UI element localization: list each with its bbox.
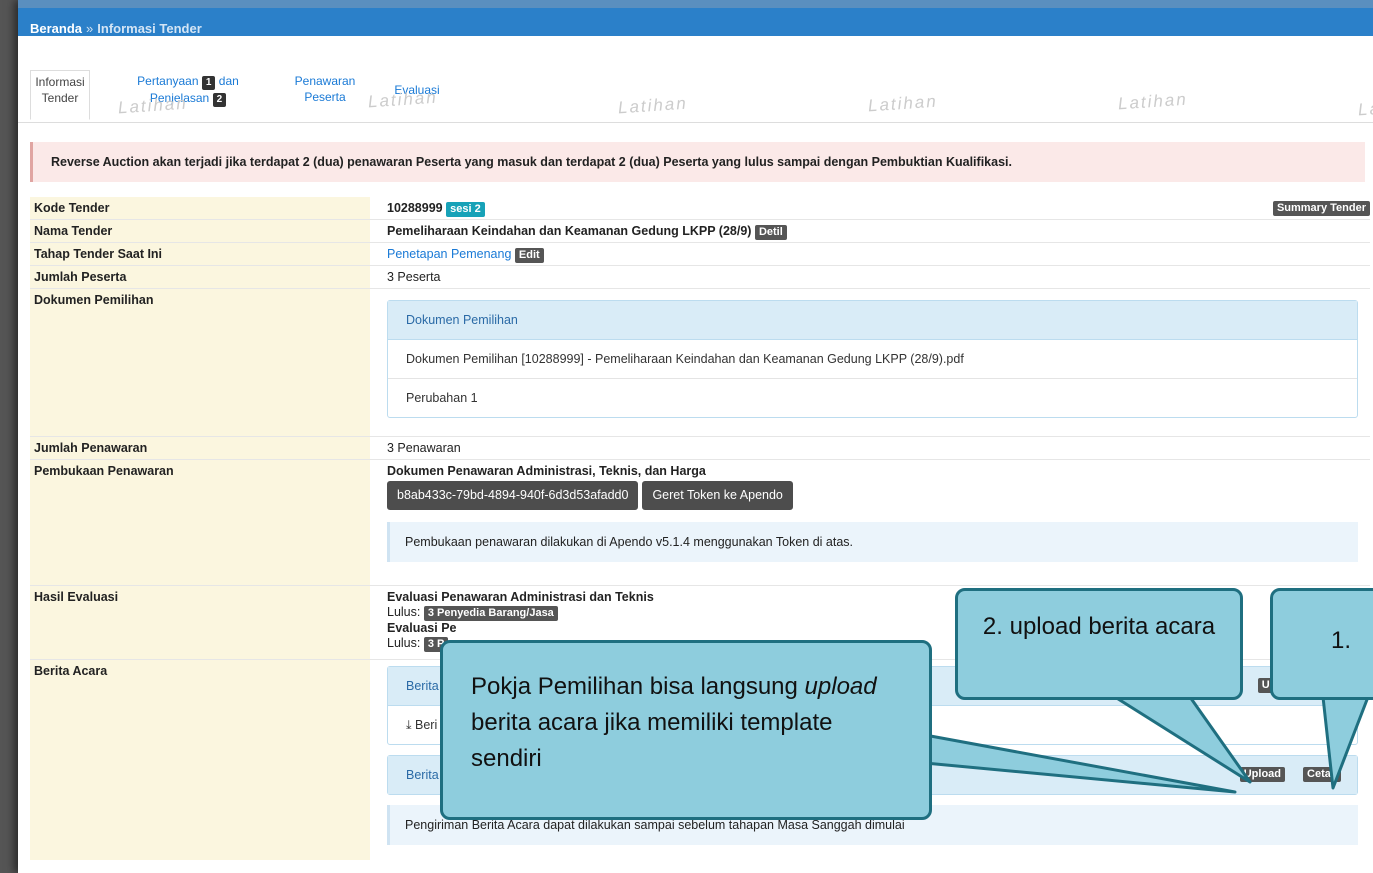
row-label: Hasil Evaluasi (30, 586, 370, 659)
callout-emphasis: upload (804, 673, 877, 700)
selection-docs-panel: Dokumen Pemilihan Dokumen Pemilihan [102… (387, 300, 1358, 418)
tab-label: Penawaran (294, 74, 356, 88)
reverse-auction-alert: Reverse Auction akan terjadi jika terdap… (30, 142, 1365, 182)
pass-label: Lulus: (387, 636, 421, 650)
amendment-item[interactable]: Perubahan 1 (388, 379, 1357, 417)
current-stage-link[interactable]: Penetapan Pemenang (387, 247, 511, 261)
breadcrumb-separator: » (86, 21, 94, 36)
minutes-file-label: Beri (415, 718, 438, 732)
table-row: Dokumen Pemilihan Dokumen Pemilihan Doku… (30, 289, 1370, 437)
callout-step-1: 1. (1270, 588, 1373, 700)
table-row: Kode Tender 10288999 sesi 2 Summary Tend… (30, 197, 1370, 220)
offer-doc-title: Dokumen Penawaran Administrasi, Teknis, … (387, 464, 706, 478)
tab-informasi-tender[interactable]: Informasi Tender (30, 70, 90, 120)
callout-text: berita acara jika memiliki template send… (471, 709, 833, 772)
table-row: Jumlah Penawaran 3 Penawaran (30, 437, 1370, 460)
tab-label: Tender (41, 91, 79, 105)
watermark: Latihan (117, 93, 189, 118)
watermark: Latihan (617, 93, 689, 118)
tender-code: 10288999 (387, 201, 443, 215)
table-row: Nama Tender Pemeliharaan Keindahan dan K… (30, 220, 1370, 243)
offer-count: 3 Penawaran (387, 441, 461, 455)
breadcrumb-current: Informasi Tender (97, 21, 202, 36)
callout-text: 2. upload berita acara (982, 613, 1216, 640)
tab-label: Peserta (304, 90, 346, 104)
panel-title: Dokumen Pemilihan (388, 301, 1357, 340)
row-label: Tahap Tender Saat Ini (30, 243, 370, 265)
row-label: Pembukaan Penawaran (30, 460, 370, 585)
watermark: Latihan (1117, 89, 1189, 114)
edit-button[interactable]: Edit (514, 248, 544, 263)
summary-tender-button[interactable]: Summary Tender (1272, 201, 1370, 216)
row-label: Berita Acara (30, 660, 370, 860)
callout-text: 1. (1331, 627, 1352, 654)
table-row: Pembukaan Penawaran Dokumen Penawaran Ad… (30, 460, 1370, 586)
send-token-button[interactable]: Geret Token ke Apendo (642, 481, 793, 510)
breadcrumb: Beranda » Informasi Tender (18, 0, 1373, 36)
table-row: Jumlah Peserta 3 Peserta (30, 266, 1370, 289)
row-label: Nama Tender (30, 220, 370, 242)
tab-label: Pertanyaan (137, 74, 199, 88)
tab-label: Informasi (35, 75, 85, 89)
detail-button[interactable]: Detil (754, 225, 787, 240)
row-label: Jumlah Peserta (30, 266, 370, 288)
print-button[interactable]: Cetak (1303, 767, 1341, 782)
question-count-badge: 1 (201, 76, 216, 90)
selection-doc-file[interactable]: Dokumen Pemilihan [10288999] - Pemelihar… (388, 340, 1357, 379)
watermark: Latihan (1357, 95, 1373, 120)
breadcrumb-home[interactable]: Beranda (30, 21, 82, 36)
table-row: Tahap Tender Saat Ini Penetapan Pemenang… (30, 243, 1370, 266)
watermark: Latihan (367, 87, 439, 112)
watermark: Latihan (867, 91, 939, 116)
opening-info: Pembukaan penawaran dilakukan di Apendo … (387, 522, 1358, 562)
tender-name: Pemeliharaan Keindahan dan Keamanan Gedu… (387, 224, 752, 238)
callout-step-2: 2. upload berita acara (955, 588, 1243, 700)
upload-button[interactable]: Upload (1239, 767, 1285, 782)
download-icon: ⤓ (406, 718, 412, 732)
answer-count-badge: 2 (212, 93, 227, 107)
tab-label: dan (218, 74, 239, 88)
session-badge: sesi 2 (446, 202, 485, 217)
tab-bar: Informasi Tender Pertanyaan 1 dan Penjel… (18, 36, 1373, 123)
tab-penawaran-peserta[interactable]: Penawaran Peserta (280, 73, 370, 105)
callout-main: Pokja Pemilihan bisa langsung upload ber… (440, 640, 932, 820)
row-label: Dokumen Pemilihan (30, 289, 370, 436)
token-button[interactable]: b8ab433c-79bd-4894-940f-6d3d53afadd0 (387, 481, 639, 510)
callout-text: Pokja Pemilihan bisa langsung (471, 673, 805, 700)
row-label: Kode Tender (30, 197, 370, 219)
participant-count: 3 Peserta (387, 270, 441, 284)
pass-count-badge[interactable]: 3 Penyedia Barang/Jasa (423, 606, 558, 621)
pass-label: Lulus: (387, 605, 421, 619)
row-label: Jumlah Penawaran (30, 437, 370, 459)
